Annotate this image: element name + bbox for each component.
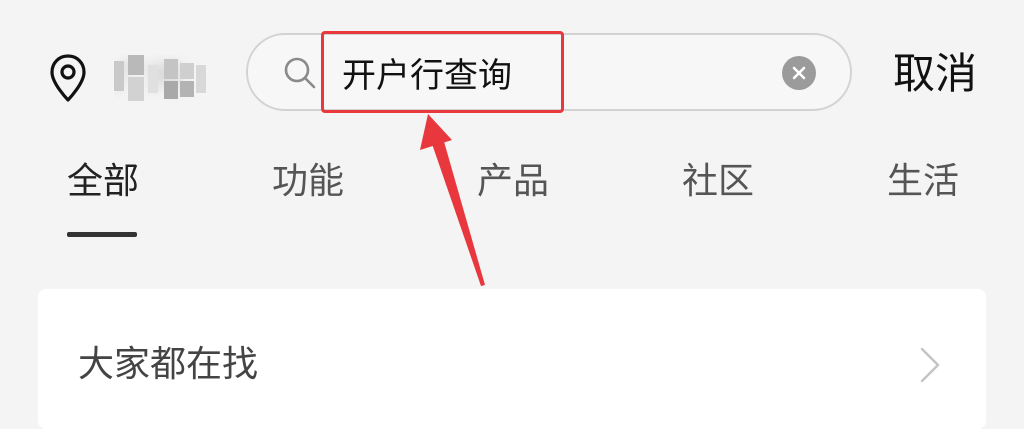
section-title: 大家都在找 bbox=[78, 344, 259, 385]
category-tabs: 全部 功能 产品 社区 生活 bbox=[0, 150, 1024, 250]
cancel-button[interactable]: 取消 bbox=[893, 46, 977, 102]
city-name-pixelated[interactable]: 广州 bbox=[114, 55, 206, 101]
clear-search-button[interactable] bbox=[782, 56, 816, 90]
clear-icon bbox=[792, 66, 806, 80]
location-pin-icon bbox=[50, 54, 86, 102]
tab-features[interactable]: 功能 bbox=[272, 158, 344, 206]
location-selector[interactable]: 广州 bbox=[48, 50, 206, 106]
search-box[interactable] bbox=[246, 33, 852, 111]
search-input[interactable] bbox=[342, 43, 762, 101]
active-tab-indicator bbox=[67, 232, 137, 237]
chevron-right-icon bbox=[920, 347, 940, 383]
popular-searches-card[interactable]: 大家都在找 bbox=[38, 289, 986, 429]
tab-life[interactable]: 生活 bbox=[887, 158, 959, 206]
top-bar: 广州 取消 bbox=[0, 0, 1024, 150]
tab-community[interactable]: 社区 bbox=[682, 158, 754, 206]
tab-products[interactable]: 产品 bbox=[477, 158, 549, 206]
tab-all[interactable]: 全部 bbox=[67, 158, 139, 206]
search-icon bbox=[284, 57, 316, 89]
